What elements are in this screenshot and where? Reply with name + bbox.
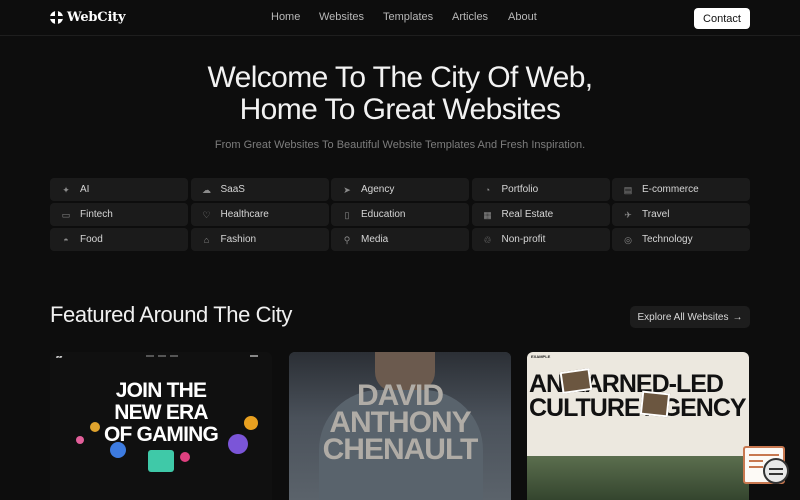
category-label: AI — [80, 184, 90, 195]
hero-subtitle: From Great Websites To Beautiful Website… — [214, 139, 586, 151]
card-logo-mark: ▰▰ — [56, 354, 63, 359]
arrow-right-icon: → — [732, 311, 743, 323]
featured-card-portrait[interactable]: DAVID ANTHONY CHENAULT — [289, 352, 511, 500]
chat-line — [749, 466, 763, 468]
explore-label: Explore All Websites — [637, 311, 729, 323]
category-portfolio[interactable]: ◔ Portfolio — [471, 178, 610, 201]
category-education[interactable]: ▯ Education — [331, 203, 469, 226]
game-coin-graphic — [244, 416, 258, 430]
cloud-icon: ☁ — [202, 184, 211, 195]
category-label: Portfolio — [501, 184, 539, 195]
card-nav-dot — [170, 355, 178, 357]
nav-link-websites[interactable]: Websites — [319, 11, 383, 23]
chat-line — [749, 460, 763, 462]
sparkle-icon: ✦ — [62, 184, 70, 195]
game-gem-graphic — [180, 452, 190, 462]
heart-icon: ♡ — [202, 209, 211, 220]
card-landscape-image — [527, 456, 749, 500]
category-label: Healthcare — [220, 209, 269, 220]
palette-icon: ◔ — [484, 184, 491, 195]
featured-card-gaming[interactable]: ▰▰ JOIN THE NEW ERA OF GAMING — [50, 352, 272, 500]
nav-link-articles[interactable]: Articles — [452, 11, 508, 23]
nav-links: Home Websites Templates Articles About — [260, 11, 548, 23]
hero-title-line1: Welcome To The City Of Web, — [207, 61, 593, 94]
shop-icon: ▤ — [623, 184, 633, 195]
hand-heart-icon: ♲ — [483, 234, 492, 245]
category-food[interactable]: ◓ Food — [50, 228, 188, 251]
book-icon: ▯ — [344, 209, 350, 220]
game-gem-graphic — [76, 436, 84, 444]
game-token-graphic — [110, 442, 126, 458]
category-label: Travel — [642, 209, 670, 220]
card-photo — [559, 368, 593, 394]
category-fashion[interactable]: ⌂ Fashion — [190, 228, 329, 251]
card-nav-dot — [158, 355, 166, 357]
category-label: Technology — [642, 234, 693, 245]
category-label: Fashion — [220, 234, 257, 245]
category-agency[interactable]: ➤ Agency — [331, 178, 469, 201]
game-card-graphic — [148, 450, 174, 472]
category-label: Real Estate — [501, 209, 554, 220]
category-label: Media — [361, 234, 389, 245]
category-label: Fintech — [80, 209, 113, 220]
globe-icon — [50, 11, 63, 24]
card-icon: ▭ — [61, 209, 71, 220]
hanger-icon: ⌂ — [203, 234, 210, 245]
category-label: SaaS — [220, 184, 245, 195]
category-non-profit[interactable]: ♲ Non-profit — [471, 228, 610, 251]
card-title: DAVID ANTHONY CHENAULT — [322, 379, 479, 466]
chip-icon: ◎ — [624, 234, 632, 245]
category-real-estate[interactable]: ▦ Real Estate — [471, 203, 610, 226]
chat-widget[interactable] — [743, 446, 789, 486]
category-technology[interactable]: ◎ Technology — [612, 228, 750, 251]
plane-icon: ✈ — [624, 209, 632, 220]
featured-title: Featured Around The City — [50, 302, 292, 327]
microphone-icon: ⚲ — [343, 234, 351, 245]
building-icon: ▦ — [483, 209, 492, 220]
game-coin-graphic — [90, 422, 100, 432]
game-character-graphic — [228, 434, 248, 454]
food-icon: ◓ — [63, 234, 69, 245]
hero-title: Welcome To The City Of Web, Home To Grea… — [0, 62, 800, 126]
top-nav: WebCity Home Websites Templates Articles… — [0, 0, 800, 36]
send-icon: ➤ — [343, 184, 351, 195]
category-media[interactable]: ⚲ Media — [331, 228, 469, 251]
nav-link-templates[interactable]: Templates — [383, 11, 452, 23]
category-label: Agency — [361, 184, 395, 195]
chat-line — [749, 454, 779, 456]
nav-link-home[interactable]: Home — [271, 11, 319, 23]
card-photo — [639, 390, 671, 418]
card-title-text: JOIN THE NEW ERA OF GAMING — [103, 379, 219, 446]
nav-link-about[interactable]: About — [508, 11, 548, 23]
category-label: Non-profit — [501, 234, 546, 245]
category-label: Education — [361, 209, 406, 220]
category-grid: ✦ AI ☁ SaaS ➤ Agency ◔ Portfolio ▤ E-commerce… — [50, 178, 750, 251]
category-fintech[interactable]: ▭ Fintech — [50, 203, 188, 226]
card-nav-button — [250, 355, 258, 357]
category-label: E-commerce — [642, 184, 699, 195]
logo[interactable]: WebCity — [50, 10, 126, 25]
chat-bubble-icon — [763, 458, 789, 484]
card-nav-dot — [146, 355, 154, 357]
contact-button[interactable]: Contact — [694, 8, 750, 29]
category-ai[interactable]: ✦ AI — [50, 178, 188, 201]
logo-text: WebCity — [67, 10, 126, 25]
category-healthcare[interactable]: ♡ Healthcare — [190, 203, 329, 226]
explore-all-websites-button[interactable]: Explore All Websites → — [630, 306, 750, 328]
category-saas[interactable]: ☁ SaaS — [190, 178, 329, 201]
category-ecommerce[interactable]: ▤ E-commerce — [612, 178, 750, 201]
featured-card-agency[interactable]: EXAMPLE AN EARNED-LED CULTURE AGENCY — [527, 352, 749, 500]
hero-title-line2: Home To Great Websites — [239, 93, 561, 126]
category-travel[interactable]: ✈ Travel — [612, 203, 750, 226]
card-brand: EXAMPLE — [531, 354, 551, 359]
category-label: Food — [80, 234, 103, 245]
